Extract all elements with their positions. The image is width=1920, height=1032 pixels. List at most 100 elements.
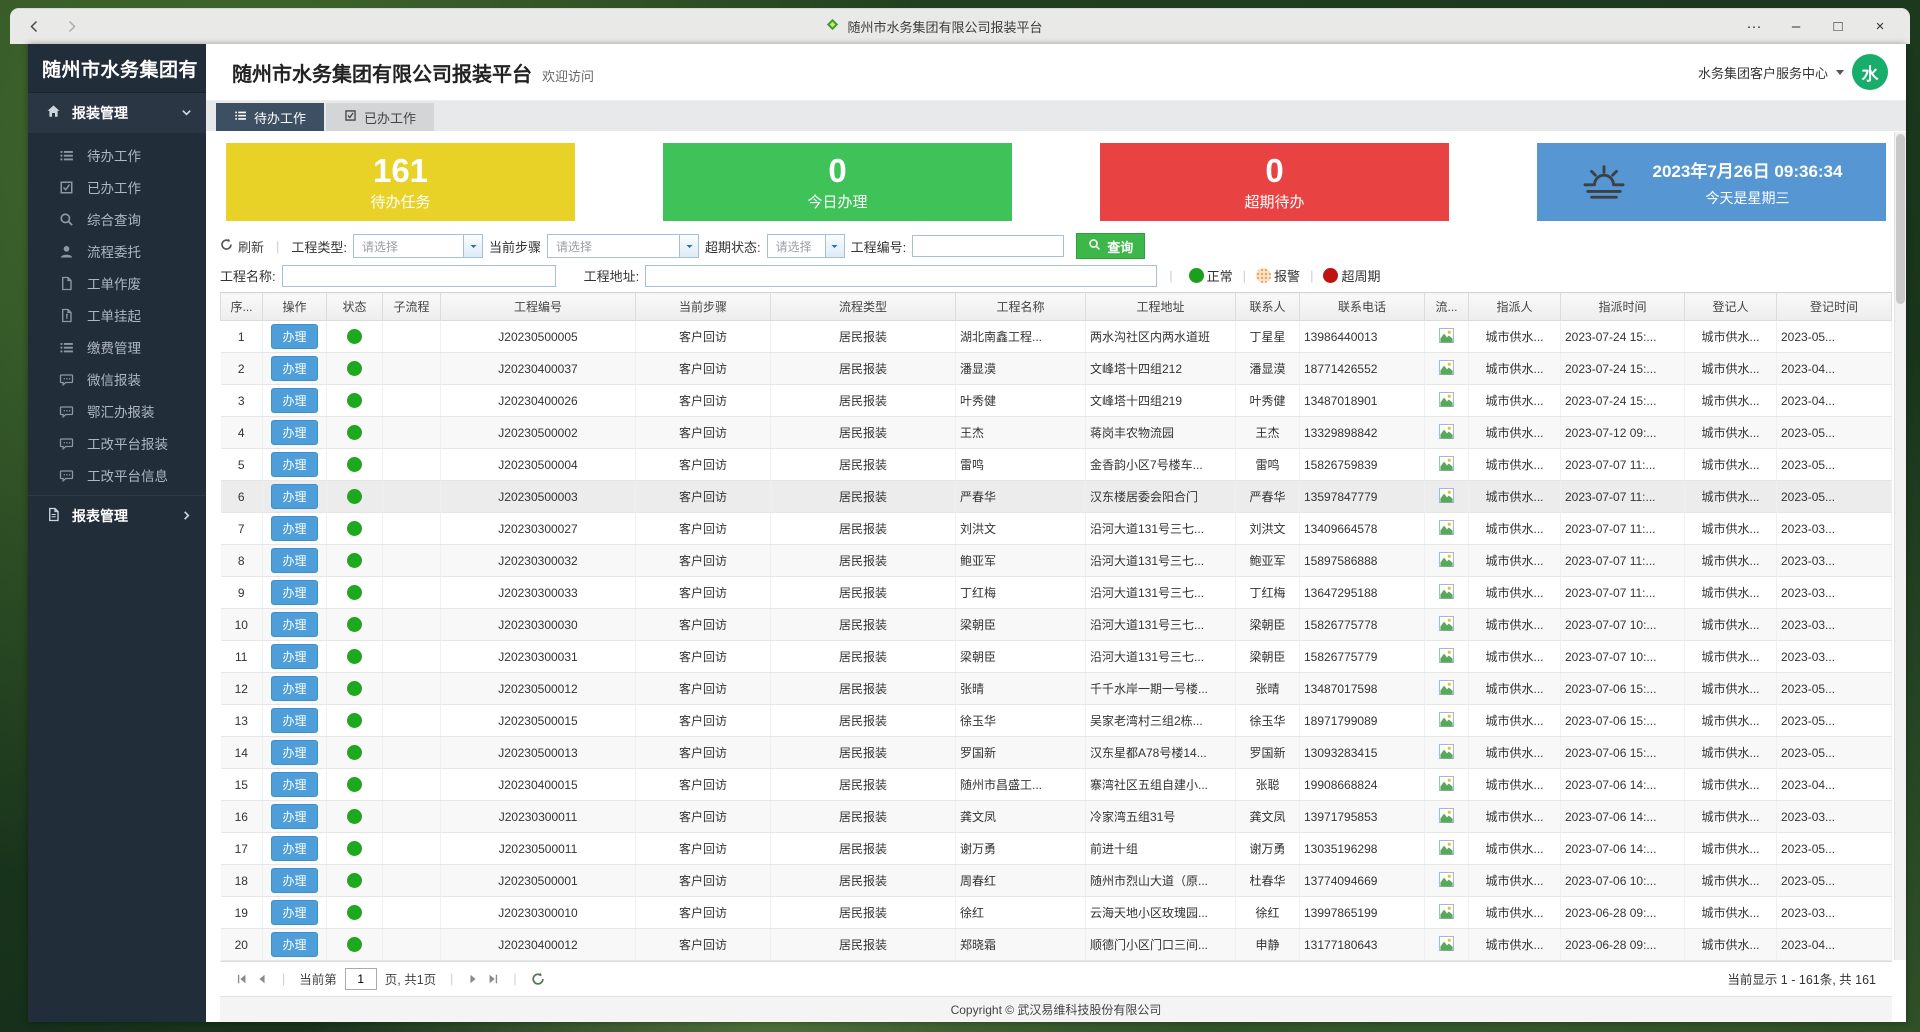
handle-button[interactable]: 办理 <box>271 484 317 509</box>
flowchart-icon[interactable] <box>1439 620 1454 634</box>
project-name-input[interactable] <box>282 265 556 287</box>
avatar[interactable]: 水 <box>1852 54 1888 90</box>
sidebar-item-workorder-void[interactable]: 工单作废 <box>28 267 206 299</box>
sidebar-item-gonggai-info[interactable]: 工改平台信息 <box>28 459 206 491</box>
project-type-select[interactable]: 请选择 <box>353 234 483 258</box>
flowchart-icon[interactable] <box>1439 556 1454 570</box>
scrollbar-thumb[interactable] <box>1896 134 1905 304</box>
sidebar-item-comprehensive-query[interactable]: 综合查询 <box>28 203 206 235</box>
next-page-icon[interactable] <box>467 973 479 985</box>
user-menu[interactable]: 水务集团客户服务中心 水 <box>1698 54 1888 90</box>
flowchart-icon[interactable] <box>1439 812 1454 826</box>
handle-button[interactable]: 办理 <box>271 516 317 541</box>
handle-button[interactable]: 办理 <box>271 708 317 733</box>
flowchart-icon[interactable] <box>1439 780 1454 794</box>
close-icon[interactable]: × <box>1866 18 1894 35</box>
sidebar-item-wechat-install[interactable]: 微信报装 <box>28 363 206 395</box>
card-overdue[interactable]: 0 超期待办 <box>1100 143 1449 221</box>
flowchart-icon[interactable] <box>1439 460 1454 474</box>
handle-button[interactable]: 办理 <box>271 868 317 893</box>
back-button[interactable] <box>24 16 44 36</box>
table-row[interactable]: 6办理J20230500003客户回访居民报装严春华汉东楼居委会阳合门严春华13… <box>221 481 1892 513</box>
tab-todo-work[interactable]: 待办工作 <box>216 103 324 131</box>
handle-button[interactable]: 办理 <box>271 676 317 701</box>
handle-button[interactable]: 办理 <box>271 932 317 957</box>
sidebar-section-install-mgmt[interactable]: 报装管理 <box>28 93 206 133</box>
minimize-icon[interactable]: – <box>1782 18 1810 35</box>
table-row[interactable]: 16办理J20230300011客户回访居民报装龚文凤冷家湾五组31号龚文凤13… <box>221 801 1892 833</box>
table-row[interactable]: 20办理J20230400012客户回访居民报装郑晓霜顺德门小区门口三间...申… <box>221 929 1892 961</box>
flowchart-icon[interactable] <box>1439 716 1454 730</box>
handle-button[interactable]: 办理 <box>271 356 317 381</box>
table-row[interactable]: 15办理J20230400015客户回访居民报装随州市昌盛工...寨湾社区五组自… <box>221 769 1892 801</box>
project-addr-input[interactable] <box>645 265 1157 287</box>
flowchart-icon[interactable] <box>1439 364 1454 378</box>
sidebar-item-gonggai-install[interactable]: 工改平台报装 <box>28 427 206 459</box>
flowchart-icon[interactable] <box>1439 940 1454 954</box>
table-row[interactable]: 7办理J20230300027客户回访居民报装刘洪文沿河大道131号三七...刘… <box>221 513 1892 545</box>
handle-button[interactable]: 办理 <box>271 644 317 669</box>
maximize-icon[interactable]: □ <box>1824 18 1852 35</box>
handle-button[interactable]: 办理 <box>271 420 317 445</box>
table-row[interactable]: 11办理J20230300031客户回访居民报装梁朝臣沿河大道131号三七...… <box>221 641 1892 673</box>
table-row[interactable]: 2办理J20230400037客户回访居民报装潘显漠文峰塔十四组212潘显漠18… <box>221 353 1892 385</box>
handle-button[interactable]: 办理 <box>271 804 317 829</box>
prev-page-icon[interactable] <box>256 973 268 985</box>
reload-icon[interactable] <box>531 972 545 986</box>
refresh-button[interactable]: 刷新 <box>220 237 264 256</box>
handle-button[interactable]: 办理 <box>271 772 317 797</box>
card-todo-tasks[interactable]: 161 待办任务 <box>226 143 575 221</box>
flowchart-icon[interactable] <box>1439 684 1454 698</box>
search-button[interactable]: 查询 <box>1076 233 1145 259</box>
handle-button[interactable]: 办理 <box>271 452 317 477</box>
flowchart-icon[interactable] <box>1439 748 1454 762</box>
sidebar-item-done-work[interactable]: 已办工作 <box>28 171 206 203</box>
flowchart-icon[interactable] <box>1439 652 1454 666</box>
flowchart-icon[interactable] <box>1439 908 1454 922</box>
table-row[interactable]: 18办理J20230500001客户回访居民报装周春红随州市烈山大道（原...杜… <box>221 865 1892 897</box>
table-row[interactable]: 4办理J20230500002客户回访居民报装王杰蒋岗丰农物流园王杰133298… <box>221 417 1892 449</box>
table-row[interactable]: 8办理J20230300032客户回访居民报装鲍亚军沿河大道131号三七...鲍… <box>221 545 1892 577</box>
table-row[interactable]: 17办理J20230500011客户回访居民报装谢万勇前进十组谢万勇130351… <box>221 833 1892 865</box>
table-row[interactable]: 19办理J20230300010客户回访居民报装徐红云海天地小区玫瑰园...徐红… <box>221 897 1892 929</box>
handle-button[interactable]: 办理 <box>271 324 317 349</box>
table-row[interactable]: 14办理J20230500013客户回访居民报装罗国新汉东星都A78号楼14..… <box>221 737 1892 769</box>
flowchart-icon[interactable] <box>1439 332 1454 346</box>
handle-button[interactable]: 办理 <box>271 612 317 637</box>
overdue-status-select[interactable]: 请选择 <box>767 234 845 258</box>
project-code-input[interactable] <box>912 235 1064 257</box>
flowchart-icon[interactable] <box>1439 876 1454 890</box>
card-today-handled[interactable]: 0 今日办理 <box>663 143 1012 221</box>
sidebar-section-report-mgmt[interactable]: 报表管理 <box>28 495 206 536</box>
flowchart-icon[interactable] <box>1439 588 1454 602</box>
first-page-icon[interactable] <box>236 973 248 985</box>
tab-done-work[interactable]: 已办工作 <box>326 103 434 131</box>
handle-button[interactable]: 办理 <box>271 548 317 573</box>
table-row[interactable]: 13办理J20230500015客户回访居民报装徐玉华吴家老湾村三组2栋...徐… <box>221 705 1892 737</box>
sidebar-item-todo-work[interactable]: 待办工作 <box>28 139 206 171</box>
sidebar-item-ehuiban-install[interactable]: 鄂汇办报装 <box>28 395 206 427</box>
flowchart-icon[interactable] <box>1439 524 1454 538</box>
table-row[interactable]: 3办理J20230400026客户回访居民报装叶秀健文峰塔十四组219叶秀健13… <box>221 385 1892 417</box>
flowchart-icon[interactable] <box>1439 844 1454 858</box>
last-page-icon[interactable] <box>487 973 499 985</box>
sidebar-item-process-delegation[interactable]: 流程委托 <box>28 235 206 267</box>
flowchart-icon[interactable] <box>1439 492 1454 506</box>
handle-button[interactable]: 办理 <box>271 740 317 765</box>
sidebar-item-payment-mgmt[interactable]: 缴费管理 <box>28 331 206 363</box>
handle-button[interactable]: 办理 <box>271 580 317 605</box>
flowchart-icon[interactable] <box>1439 396 1454 410</box>
handle-button[interactable]: 办理 <box>271 388 317 413</box>
table-row[interactable]: 12办理J20230500012客户回访居民报装张晴千千水岸一期一号楼...张晴… <box>221 673 1892 705</box>
handle-button[interactable]: 办理 <box>271 836 317 861</box>
table-row[interactable]: 5办理J20230500004客户回访居民报装雷鸣金香韵小区7号楼车...雷鸣1… <box>221 449 1892 481</box>
forward-button[interactable] <box>62 16 82 36</box>
handle-button[interactable]: 办理 <box>271 900 317 925</box>
flowchart-icon[interactable] <box>1439 428 1454 442</box>
table-row[interactable]: 1办理J20230500005客户回访居民报装湖北南鑫工程...两水沟社区内两水… <box>221 321 1892 353</box>
page-number-input[interactable] <box>345 968 377 990</box>
more-options-icon[interactable]: ··· <box>1740 18 1768 35</box>
table-row[interactable]: 10办理J20230300030客户回访居民报装梁朝臣沿河大道131号三七...… <box>221 609 1892 641</box>
sidebar-item-workorder-suspend[interactable]: 工单挂起 <box>28 299 206 331</box>
vertical-scrollbar[interactable] <box>1894 132 1906 960</box>
